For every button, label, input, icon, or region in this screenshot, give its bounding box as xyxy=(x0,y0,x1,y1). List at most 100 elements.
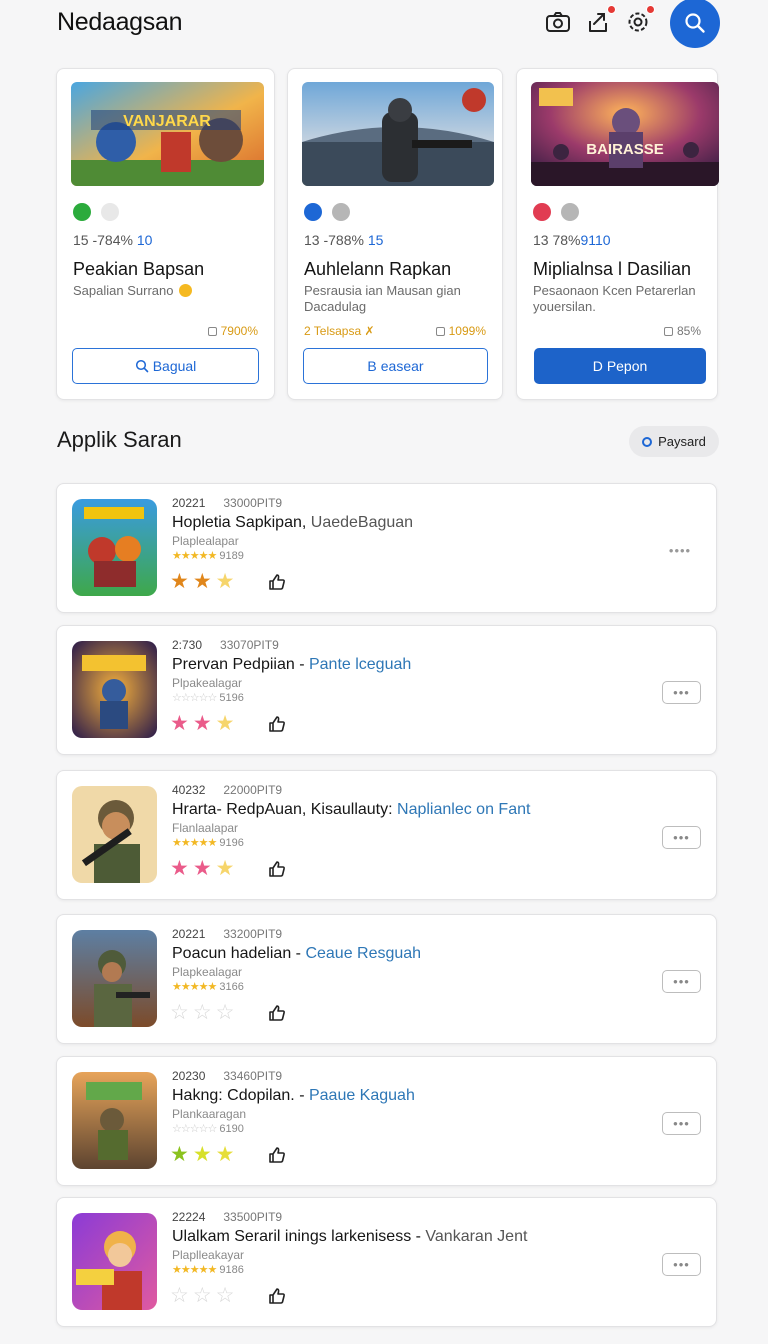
star-rating[interactable]: ★ ★ ★ xyxy=(170,712,234,736)
app-meta: 2:730 33070PIT9 xyxy=(172,638,279,652)
star-rating[interactable]: ☆ ☆ ☆ xyxy=(170,1001,234,1025)
star-icon[interactable]: ★ xyxy=(216,857,235,881)
thumbs-up-icon[interactable] xyxy=(267,1003,287,1023)
featured-tag: 2 Telsapsa ✗ xyxy=(304,324,375,338)
commando-icon[interactable] xyxy=(72,786,157,883)
thumbs-up-icon[interactable] xyxy=(267,572,287,592)
star-icon[interactable]: ★ xyxy=(170,712,189,736)
dot-indicator[interactable] xyxy=(101,203,119,221)
featured-image-text: VANJARAR xyxy=(123,113,211,130)
star-icon[interactable]: ★ xyxy=(170,1143,189,1167)
color-dots xyxy=(304,203,350,221)
star-icon[interactable]: ★ xyxy=(170,570,189,594)
star-icon[interactable]: ☆ xyxy=(216,1001,235,1025)
featured-card[interactable]: 13 -788% 15 Auhlelann Rapkan Pesrausia i… xyxy=(287,68,503,400)
more-options-button[interactable]: ••• xyxy=(662,1112,701,1135)
camera-icon[interactable] xyxy=(544,8,572,36)
app-list-item[interactable]: 20230 33460PIT9 Hakng: Cdopilan. - Paaue K… xyxy=(56,1056,717,1186)
thumbs-up-icon[interactable] xyxy=(267,1286,287,1306)
dot-indicator[interactable] xyxy=(332,203,350,221)
app-list-item[interactable]: 40232 22000PIT9 Hrarta- RedpAuan, Kisaulla… xyxy=(56,770,717,900)
soldier-icon[interactable] xyxy=(72,930,157,1027)
star-icon[interactable]: ☆ xyxy=(170,1001,189,1025)
featured-card[interactable]: BAIRASSE 13 78%9110 Miplialnsa l Dasilia… xyxy=(516,68,719,400)
more-options-button[interactable]: •••• xyxy=(660,539,700,562)
thumbs-up-icon[interactable] xyxy=(267,1145,287,1165)
star-rating[interactable]: ☆ ☆ ☆ xyxy=(170,1284,234,1308)
search-button[interactable] xyxy=(670,0,720,48)
app-rating: ★★★★★ 3166 xyxy=(172,981,244,993)
app-title[interactable]: Prervan Pedpiian - Pante lceguah xyxy=(172,656,411,674)
star-rating[interactable]: ★ ★ ★ xyxy=(170,570,234,594)
dot-indicator[interactable] xyxy=(304,203,322,221)
star-icon[interactable]: ☆ xyxy=(193,1284,212,1308)
app-list-item[interactable]: 20221 33000PIT9 Hopletia Sapkipan, UaedeBa… xyxy=(56,483,717,613)
war-heroes-icon[interactable] xyxy=(72,1072,157,1169)
app-title[interactable]: Hopletia Sapkipan, UaedeBaguan xyxy=(172,514,413,532)
featured-percent: 1099% xyxy=(435,324,486,338)
app-developer: Flanlaalapar xyxy=(172,821,239,835)
settings-icon[interactable] xyxy=(624,5,655,36)
featured-percent: 85% xyxy=(663,324,701,338)
star-icon[interactable]: ★ xyxy=(193,712,212,736)
featured-image: BAIRASSE xyxy=(531,82,719,186)
share-icon[interactable] xyxy=(585,5,616,36)
more-options-button[interactable]: ••• xyxy=(662,970,701,993)
star-icon[interactable]: ★ xyxy=(216,1143,235,1167)
star-icon[interactable]: ☆ xyxy=(193,1001,212,1025)
app-title[interactable]: Ulalkam Seraril inings larkenisess - Van… xyxy=(172,1228,527,1246)
star-rating[interactable]: ★ ★ ★ xyxy=(170,857,234,881)
star-icon[interactable]: ★ xyxy=(193,1143,212,1167)
star-icon[interactable]: ★ xyxy=(193,570,212,594)
featured-image xyxy=(302,82,494,186)
app-title[interactable]: Hakng: Cdopilan. - Paaue Kaguah xyxy=(172,1087,415,1105)
app-meta: 40232 22000PIT9 xyxy=(172,783,283,797)
app-list-item[interactable]: 20221 33200PIT9 Poacun hadelian - Ceaue Re… xyxy=(56,914,717,1044)
featured-action-button[interactable]: B easear xyxy=(303,348,488,384)
star-icon[interactable]: ★ xyxy=(216,570,235,594)
star-rating[interactable]: ★ ★ ★ xyxy=(170,1143,234,1167)
featured-action-button[interactable]: Bagual xyxy=(72,348,259,384)
thumbs-up-icon[interactable] xyxy=(267,859,287,879)
witchers-icon[interactable] xyxy=(72,641,157,738)
button-prefix-icon: B xyxy=(367,358,377,374)
notification-badge xyxy=(607,5,616,14)
star-icon[interactable]: ★ xyxy=(193,857,212,881)
app-title[interactable]: Poacun hadelian - Ceaue Resguah xyxy=(172,945,421,963)
star-icon[interactable]: ☆ xyxy=(170,1284,189,1308)
dot-indicator[interactable] xyxy=(533,203,551,221)
evils-icon[interactable] xyxy=(72,1213,157,1310)
bag-icon xyxy=(435,327,445,336)
color-dots xyxy=(73,203,119,221)
dot-indicator[interactable] xyxy=(561,203,579,221)
star-icon[interactable]: ★ xyxy=(170,857,189,881)
section-title: Applik Saran xyxy=(57,427,182,452)
search-icon xyxy=(685,13,705,33)
star-icon[interactable]: ★ xyxy=(216,712,235,736)
app-meta: 22224 33500PIT9 xyxy=(172,1210,283,1224)
star-icon[interactable]: ☆ xyxy=(216,1284,235,1308)
more-options-button[interactable]: ••• xyxy=(662,826,701,849)
app-developer: Plankaaragan xyxy=(172,1107,247,1121)
app-rating: ★★★★★ 9196 xyxy=(172,837,244,849)
app-rating: ☆☆☆☆☆ 5196 xyxy=(172,692,244,704)
featured-meta: 13 -788% 15 xyxy=(304,232,384,248)
app-title[interactable]: Hrarta- RedpAuan, Kisaullauty: Naplianle… xyxy=(172,801,530,819)
app-meta: 20221 33200PIT9 xyxy=(172,927,283,941)
featured-action-button[interactable]: D Pepon xyxy=(534,348,706,384)
dot-indicator[interactable] xyxy=(73,203,91,221)
app-list-item[interactable]: 22224 33500PIT9 Ulalkam Seraril inings lar… xyxy=(56,1197,717,1327)
featured-subtitle: Pesaonaon Kcen Petarerlan youersilan. xyxy=(533,283,696,314)
button-prefix-icon: D xyxy=(592,358,603,374)
filter-chip[interactable]: Paysard xyxy=(629,426,719,457)
thumbs-up-icon[interactable] xyxy=(267,714,287,734)
app-list-item[interactable]: 2:730 33070PIT9 Prervan Pedpiian - Pante l… xyxy=(56,625,717,755)
featured-card[interactable]: VANJARAR 15 -784% 10 Peakian Bapsan Sapa… xyxy=(56,68,275,400)
top-bar: Nedaagsan xyxy=(0,0,768,56)
notification-badge xyxy=(646,5,655,14)
brawl-heroes-icon[interactable] xyxy=(72,499,157,596)
more-options-button[interactable]: ••• xyxy=(662,1253,701,1276)
search-icon xyxy=(135,359,149,373)
more-options-button[interactable]: ••• xyxy=(662,681,701,704)
bag-icon xyxy=(663,327,673,336)
